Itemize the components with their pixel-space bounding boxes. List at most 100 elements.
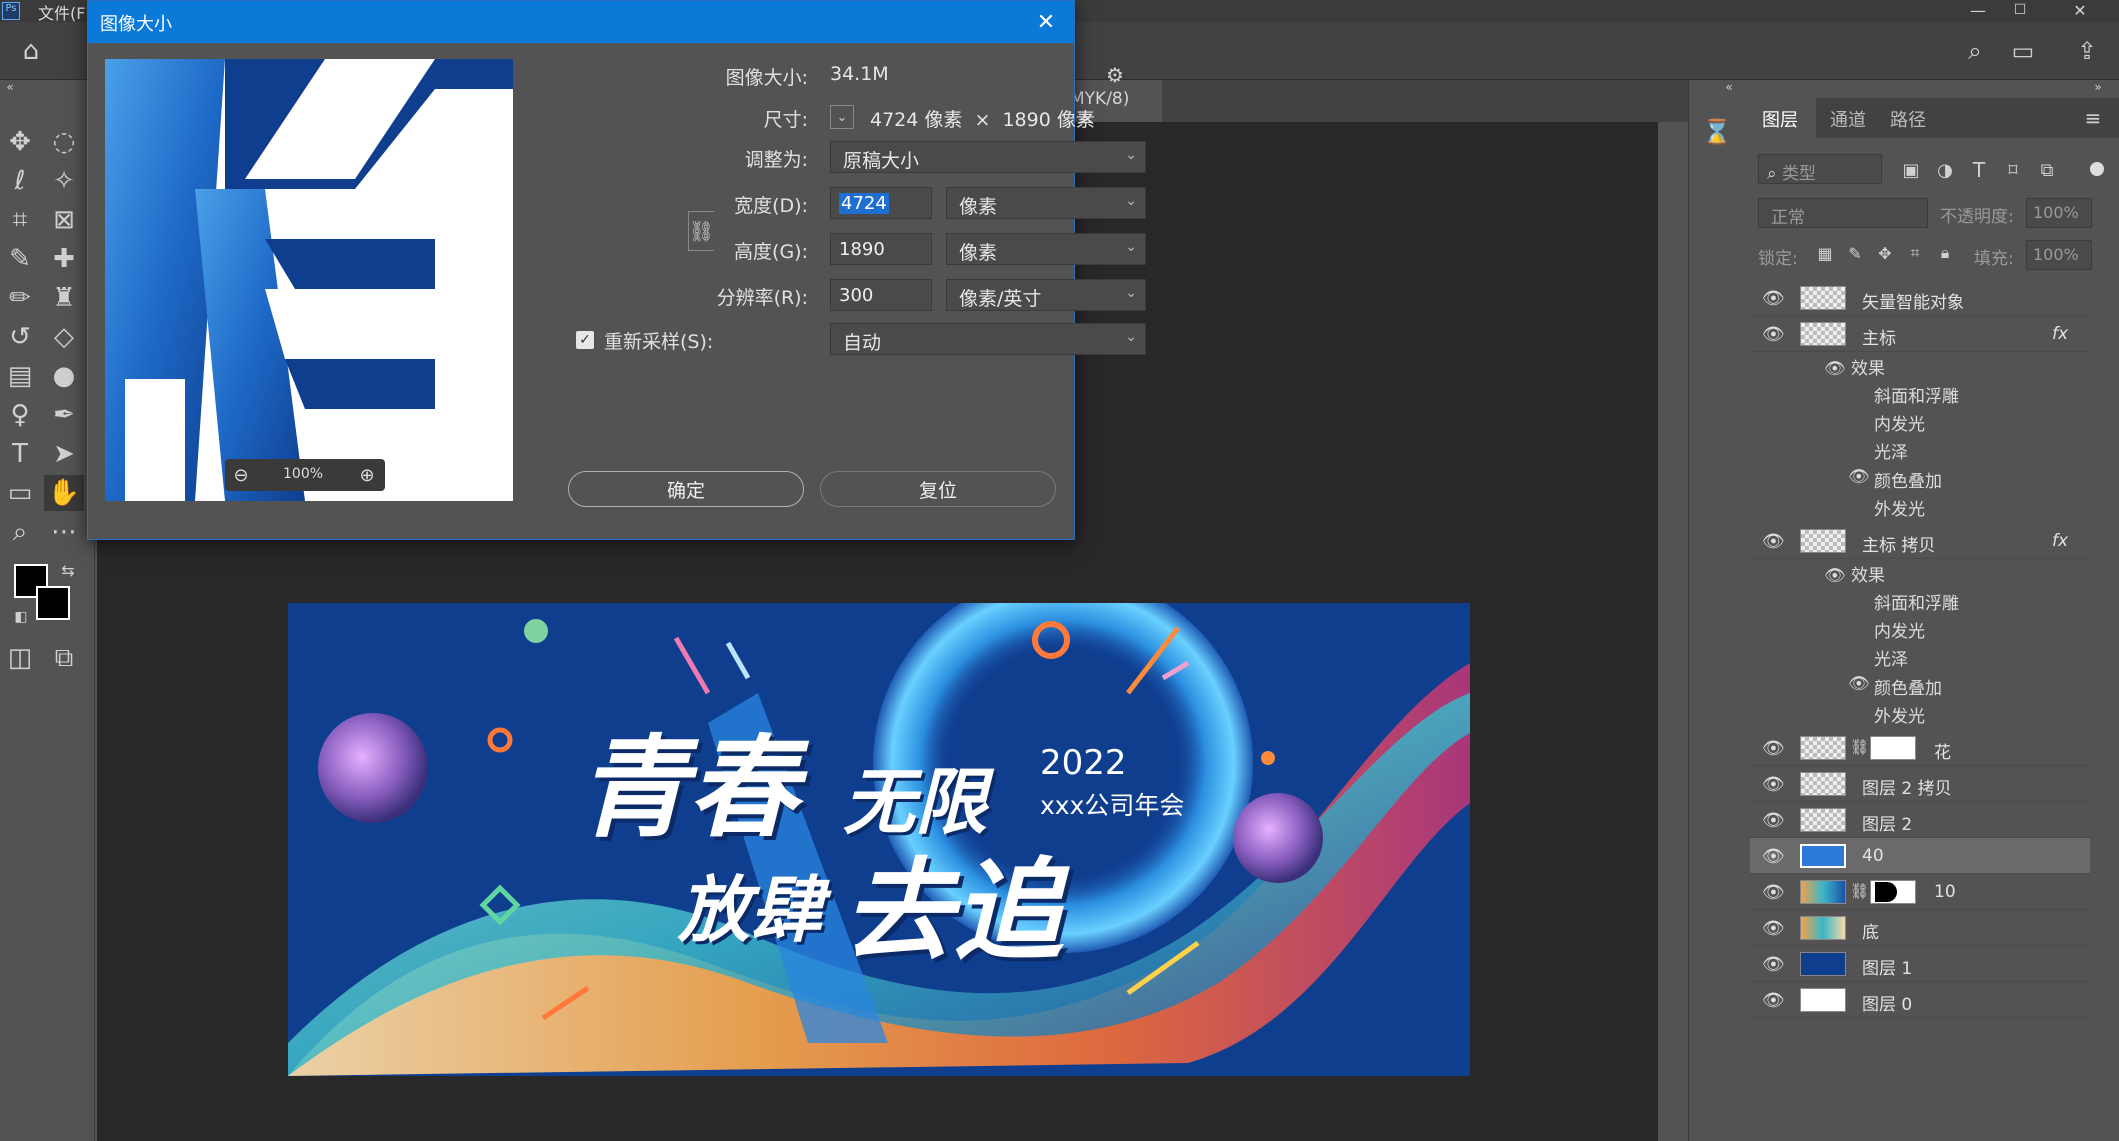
zoom-out-icon[interactable]: ⊖ [229, 463, 253, 487]
quick-mask-icon[interactable]: ◫ [0, 640, 40, 676]
visibility-eye-icon[interactable]: 👁︎ [1762, 954, 1785, 975]
effect-item[interactable]: 内发光 [1874, 617, 1925, 642]
eyedropper-icon[interactable]: ✎ [0, 241, 40, 277]
effect-eye-icon[interactable]: 👁︎ [1824, 359, 1851, 379]
marquee-tool-icon[interactable]: ◌ [44, 124, 84, 160]
path-select-icon[interactable]: ➤ [44, 436, 84, 472]
more-tools-icon[interactable]: ⋯ [44, 514, 84, 550]
effect-item[interactable]: 外发光 [1874, 495, 1925, 520]
visibility-eye-icon[interactable]: 👁︎ [1762, 918, 1785, 939]
menu-file[interactable]: 文件(F) [38, 0, 92, 24]
fx-badge[interactable]: fx [2052, 531, 2068, 551]
resolution-unit-select[interactable]: 像素/英寸 ⌄ [946, 279, 1146, 311]
effect-eye-icon[interactable]: 👁︎ [1848, 674, 1870, 694]
visibility-eye-icon[interactable]: 👁︎ [1762, 846, 1785, 867]
effect-item[interactable]: 内发光 [1874, 410, 1925, 435]
filter-adjust-icon[interactable]: ◑ [1930, 156, 1960, 184]
pen-tool-icon[interactable]: ✒ [44, 397, 84, 433]
type-tool-icon[interactable]: T [0, 436, 40, 472]
move-tool-icon[interactable]: ✥ [0, 124, 40, 160]
tab-layers[interactable]: 图层 [1748, 98, 1816, 138]
fit-to-select[interactable]: 原稿大小 ⌄ [830, 141, 1146, 173]
dialog-titlebar[interactable]: 图像大小 ✕ [88, 1, 1074, 43]
visibility-eye-icon[interactable]: 👁︎ [1762, 810, 1785, 831]
crop-tool-icon[interactable]: ⌗ [0, 202, 40, 238]
ok-button[interactable]: 确定 [568, 471, 804, 507]
width-unit-select[interactable]: 像素 ⌄ [946, 187, 1146, 219]
stamp-tool-icon[interactable]: ♜ [44, 280, 84, 316]
layer-row[interactable]: 👁︎ 主标 fx [1750, 316, 2090, 352]
lock-transparent-icon[interactable]: ▦ [1812, 240, 1838, 266]
layer-row[interactable]: 👁︎ 矢量智能对象 [1750, 280, 2090, 316]
filter-smart-icon[interactable]: ⧉ [2032, 156, 2062, 184]
dimensions-unit-dropdown[interactable]: ⌄ [830, 105, 854, 129]
lock-artboard-icon[interactable]: ⌗ [1902, 240, 1928, 266]
zoom-tool-icon[interactable]: ⌕ [0, 514, 40, 550]
blend-mode-select[interactable]: 正常 [1758, 198, 1928, 228]
settings-gear-icon[interactable]: ⚙ [1098, 61, 1132, 89]
filter-type-icon[interactable]: T [1964, 156, 1994, 184]
panel-expand-icon[interactable]: » [2088, 80, 2108, 94]
visibility-eye-icon[interactable]: 👁︎ [1762, 531, 1785, 552]
panel-collapse-icon[interactable]: « [0, 80, 20, 94]
fx-badge[interactable]: fx [2052, 324, 2068, 344]
visibility-eye-icon[interactable]: 👁︎ [1762, 882, 1785, 903]
resolution-input[interactable]: 300 [830, 279, 932, 311]
effect-eye-icon[interactable]: 👁︎ [1848, 467, 1870, 487]
layer-mask-thumbnail[interactable] [1870, 880, 1916, 904]
effects-row[interactable]: 👁︎ 效果 [1824, 561, 1885, 586]
effect-item[interactable]: 颜色叠加 [1874, 674, 1942, 699]
effect-item[interactable]: 光泽 [1874, 438, 1908, 463]
home-icon[interactable]: ⌂ [14, 36, 48, 66]
ps-logo-icon[interactable]: Ps [2, 2, 20, 20]
lock-position-icon[interactable]: ✥ [1872, 240, 1898, 266]
visibility-eye-icon[interactable]: 👁︎ [1762, 774, 1785, 795]
dodge-tool-icon[interactable]: ♀ [0, 397, 40, 433]
zoom-in-icon[interactable]: ⊕ [355, 463, 379, 487]
effect-eye-icon[interactable]: 👁︎ [1824, 566, 1851, 586]
resample-checkbox[interactable]: ✓ [576, 331, 594, 349]
filter-shape-icon[interactable]: ⌑ [1998, 156, 2028, 184]
layer-row[interactable]: 👁︎ ⛓︎ 10 [1750, 874, 2090, 910]
panel-menu-icon[interactable]: ≡ [2078, 104, 2108, 132]
filter-select[interactable]: ⌕ 类型 [1758, 154, 1882, 184]
reset-button[interactable]: 复位 [820, 471, 1056, 507]
banner-canvas[interactable]: 青春 无限 2022 xxx公司年会 放肆 去追 [288, 603, 1470, 1076]
effect-item[interactable]: 光泽 [1874, 645, 1908, 670]
gradient-tool-icon[interactable]: ▤ [0, 358, 40, 394]
brush-tool-icon[interactable]: ✏ [0, 280, 40, 316]
mask-link-icon[interactable]: ⛓︎ [1850, 738, 1869, 756]
layer-row[interactable]: 👁︎ 图层 2 拷贝 [1750, 766, 2090, 802]
visibility-eye-icon[interactable]: 👁︎ [1762, 288, 1785, 309]
effect-item[interactable]: 颜色叠加 [1874, 467, 1942, 492]
frame-tool-icon[interactable]: ⊠ [44, 202, 84, 238]
screen-mode-icon[interactable]: ⧉ [44, 640, 84, 676]
effect-item[interactable]: 斜面和浮雕 [1874, 382, 1959, 407]
filter-toggle[interactable] [2090, 162, 2104, 176]
layer-row[interactable]: 👁︎ 图层 2 [1750, 802, 2090, 838]
width-input[interactable]: 4724 [830, 187, 932, 219]
layer-row[interactable]: 👁︎ 图层 1 [1750, 946, 2090, 982]
effect-item[interactable]: 斜面和浮雕 [1874, 589, 1959, 614]
layer-row[interactable]: 👁︎ 主标 拷贝 fx [1750, 523, 2090, 559]
magic-wand-icon[interactable]: ✧ [44, 163, 84, 199]
tab-paths[interactable]: 路径 [1878, 98, 1938, 138]
minimize-icon[interactable]: — [1958, 0, 1998, 20]
lasso-tool-icon[interactable]: ℓ [0, 163, 40, 199]
workspace-icon[interactable]: ▭ [2006, 36, 2040, 66]
eraser-tool-icon[interactable]: ◇ [44, 319, 84, 355]
height-input[interactable]: 1890 [830, 233, 932, 265]
lock-pixels-icon[interactable]: ✎ [1842, 240, 1868, 266]
rectangle-tool-icon[interactable]: ▭ [0, 475, 40, 511]
mask-link-icon[interactable]: ⛓︎ [1850, 882, 1869, 900]
lock-all-icon[interactable]: 🔒︎ [1932, 240, 1958, 266]
resample-method-select[interactable]: 自动 ⌄ [830, 323, 1146, 355]
image-preview[interactable]: ⊖ 100% ⊕ [105, 59, 513, 501]
layer-row[interactable]: 👁︎ ⛓︎ 花 [1750, 730, 2090, 766]
visibility-eye-icon[interactable]: 👁︎ [1762, 738, 1785, 759]
filter-pixel-icon[interactable]: ▣ [1896, 156, 1926, 184]
opacity-input[interactable]: 100% [2026, 198, 2092, 228]
background-color-swatch[interactable] [36, 586, 70, 620]
layer-row[interactable]: 👁︎ 图层 0 [1750, 982, 2090, 1018]
visibility-eye-icon[interactable]: 👁︎ [1762, 324, 1785, 345]
